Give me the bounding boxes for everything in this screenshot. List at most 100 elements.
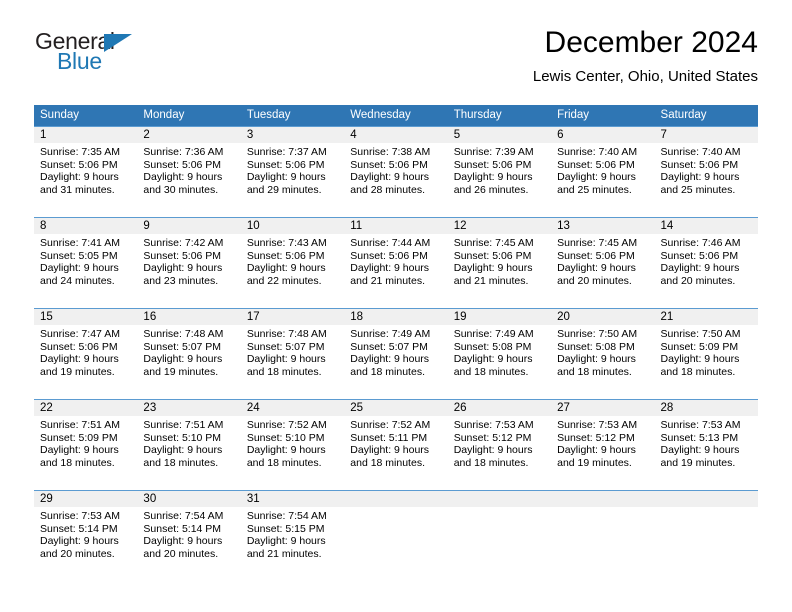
sunset-text: Sunset: 5:14 PM <box>143 522 222 535</box>
calendar-day-cell[interactable]: 1 Sunrise: 7:35 AM Sunset: 5:06 PM Dayli… <box>34 127 138 218</box>
daylight-text-line2: and 26 minutes. <box>453 183 529 196</box>
daylight-text-line2: and 21 minutes. <box>350 274 425 287</box>
general-blue-logo: General Blue <box>35 30 165 80</box>
daylight-text-line2: and 20 minutes. <box>143 547 219 560</box>
calendar-day-cell[interactable]: 31 Sunrise: 7:54 AM Sunset: 5:15 PM Dayl… <box>240 491 345 582</box>
day-details: Sunrise: 7:53 AM Sunset: 5:12 PM Dayligh… <box>551 416 654 469</box>
daylight-text-line2: and 21 minutes. <box>453 274 529 287</box>
daylight-text-line1: Daylight: 9 hours <box>453 353 533 366</box>
calendar-day-cell[interactable]: 9 Sunrise: 7:42 AM Sunset: 5:06 PM Dayli… <box>137 218 241 309</box>
day-details: Sunrise: 7:52 AM Sunset: 5:10 PM Dayligh… <box>241 416 344 469</box>
calendar-day-cell[interactable]: 13 Sunrise: 7:45 AM Sunset: 5:06 PM Dayl… <box>551 218 655 309</box>
sunrise-text: Sunrise: 7:47 AM <box>40 328 120 340</box>
daylight-text-line2: and 25 minutes. <box>660 183 736 196</box>
title-block: December 2024 Lewis Center, Ohio, United… <box>533 26 758 85</box>
calendar-day-cell[interactable]: 26 Sunrise: 7:53 AM Sunset: 5:12 PM Dayl… <box>447 400 552 491</box>
calendar-day-cell[interactable]: 16 Sunrise: 7:48 AM Sunset: 5:07 PM Dayl… <box>137 309 241 400</box>
calendar-day-cell[interactable]: 7 Sunrise: 7:40 AM Sunset: 5:06 PM Dayli… <box>654 127 758 218</box>
calendar-day-cell[interactable]: 27 Sunrise: 7:53 AM Sunset: 5:12 PM Dayl… <box>551 400 655 491</box>
calendar-day-cell[interactable]: 5 Sunrise: 7:39 AM Sunset: 5:06 PM Dayli… <box>447 127 552 218</box>
sunrise-text: Sunrise: 7:53 AM <box>453 419 534 431</box>
sunset-text: Sunset: 5:12 PM <box>557 431 635 444</box>
calendar-day-cell[interactable]: 6 Sunrise: 7:40 AM Sunset: 5:06 PM Dayli… <box>551 127 655 218</box>
weekday-header-friday: Friday <box>551 105 655 127</box>
sunrise-text: Sunrise: 7:54 AM <box>246 510 327 522</box>
daylight-text-line1: Daylight: 9 hours <box>40 262 119 275</box>
daylight-text-line1: Daylight: 9 hours <box>40 444 119 457</box>
day-number: 9 <box>137 218 241 234</box>
day-details: Sunrise: 7:54 AM Sunset: 5:15 PM Dayligh… <box>241 507 344 560</box>
sunrise-text: Sunrise: 7:54 AM <box>143 510 224 522</box>
calendar-week-row: 29 Sunrise: 7:53 AM Sunset: 5:14 PM Dayl… <box>34 490 758 582</box>
calendar-day-cell[interactable]: 28 Sunrise: 7:53 AM Sunset: 5:13 PM Dayl… <box>654 400 758 491</box>
sunrise-text: Sunrise: 7:42 AM <box>143 237 224 249</box>
day-number: 28 <box>654 400 758 416</box>
calendar-day-cell[interactable]: 18 Sunrise: 7:49 AM Sunset: 5:07 PM Dayl… <box>344 309 448 400</box>
calendar-day-cell[interactable]: 15 Sunrise: 7:47 AM Sunset: 5:06 PM Dayl… <box>34 309 138 400</box>
day-details: Sunrise: 7:51 AM Sunset: 5:09 PM Dayligh… <box>34 416 137 469</box>
sunrise-text: Sunrise: 7:43 AM <box>246 237 327 249</box>
calendar-day-cell[interactable]: 29 Sunrise: 7:53 AM Sunset: 5:14 PM Dayl… <box>34 491 138 582</box>
day-details: Sunrise: 7:47 AM Sunset: 5:06 PM Dayligh… <box>34 325 137 378</box>
sunrise-text: Sunrise: 7:48 AM <box>246 328 327 340</box>
daylight-text-line2: and 29 minutes. <box>246 183 322 196</box>
sunrise-text: Sunrise: 7:41 AM <box>40 237 120 249</box>
day-number: 14 <box>654 218 758 234</box>
calendar-day-cell[interactable]: 3 Sunrise: 7:37 AM Sunset: 5:06 PM Dayli… <box>240 127 345 218</box>
calendar-day-cell-empty <box>551 491 655 582</box>
sunset-text: Sunset: 5:06 PM <box>350 158 428 171</box>
day-details: Sunrise: 7:53 AM Sunset: 5:13 PM Dayligh… <box>655 416 758 469</box>
calendar-day-cell[interactable]: 12 Sunrise: 7:45 AM Sunset: 5:06 PM Dayl… <box>447 218 552 309</box>
daylight-text-line2: and 18 minutes. <box>453 365 529 378</box>
calendar-day-cell[interactable]: 4 Sunrise: 7:38 AM Sunset: 5:06 PM Dayli… <box>344 127 448 218</box>
calendar-day-cell[interactable]: 11 Sunrise: 7:44 AM Sunset: 5:06 PM Dayl… <box>344 218 448 309</box>
sunrise-text: Sunrise: 7:40 AM <box>557 146 638 158</box>
sunrise-text: Sunrise: 7:49 AM <box>350 328 431 340</box>
sunset-text: Sunset: 5:06 PM <box>453 158 532 171</box>
calendar-day-cell[interactable]: 17 Sunrise: 7:48 AM Sunset: 5:07 PM Dayl… <box>240 309 345 400</box>
sunset-text: Sunset: 5:06 PM <box>143 158 222 171</box>
sunset-text: Sunset: 5:08 PM <box>557 340 635 353</box>
daylight-text-line2: and 19 minutes. <box>557 456 632 469</box>
calendar-day-cell[interactable]: 25 Sunrise: 7:52 AM Sunset: 5:11 PM Dayl… <box>344 400 448 491</box>
day-details: Sunrise: 7:52 AM Sunset: 5:11 PM Dayligh… <box>344 416 447 469</box>
day-details: Sunrise: 7:38 AM Sunset: 5:06 PM Dayligh… <box>344 143 447 196</box>
calendar-day-cell[interactable]: 10 Sunrise: 7:43 AM Sunset: 5:06 PM Dayl… <box>240 218 345 309</box>
day-details: Sunrise: 7:48 AM Sunset: 5:07 PM Dayligh… <box>241 325 344 378</box>
daylight-text-line1: Daylight: 9 hours <box>453 262 533 275</box>
calendar-day-cell[interactable]: 20 Sunrise: 7:50 AM Sunset: 5:08 PM Dayl… <box>551 309 655 400</box>
daylight-text-line2: and 19 minutes. <box>143 365 219 378</box>
daylight-text-line1: Daylight: 9 hours <box>246 262 326 275</box>
day-number: 20 <box>551 309 655 325</box>
day-number: 27 <box>551 400 655 416</box>
sunrise-text: Sunrise: 7:52 AM <box>246 419 327 431</box>
day-details: Sunrise: 7:45 AM Sunset: 5:06 PM Dayligh… <box>448 234 551 287</box>
calendar-day-cell[interactable]: 14 Sunrise: 7:46 AM Sunset: 5:06 PM Dayl… <box>654 218 758 309</box>
day-number: 2 <box>137 127 241 143</box>
calendar-day-cell[interactable]: 8 Sunrise: 7:41 AM Sunset: 5:05 PM Dayli… <box>34 218 138 309</box>
calendar-day-cell-empty <box>344 491 448 582</box>
daylight-text-line2: and 18 minutes. <box>660 365 736 378</box>
calendar-day-cell[interactable]: 30 Sunrise: 7:54 AM Sunset: 5:14 PM Dayl… <box>137 491 241 582</box>
day-details: Sunrise: 7:53 AM Sunset: 5:12 PM Dayligh… <box>448 416 551 469</box>
calendar-day-cell[interactable]: 19 Sunrise: 7:49 AM Sunset: 5:08 PM Dayl… <box>447 309 552 400</box>
calendar-day-cell[interactable]: 22 Sunrise: 7:51 AM Sunset: 5:09 PM Dayl… <box>34 400 138 491</box>
day-details: Sunrise: 7:40 AM Sunset: 5:06 PM Dayligh… <box>551 143 654 196</box>
sunset-text: Sunset: 5:07 PM <box>350 340 428 353</box>
day-details: Sunrise: 7:50 AM Sunset: 5:09 PM Dayligh… <box>655 325 758 378</box>
sunrise-text: Sunrise: 7:44 AM <box>350 237 431 249</box>
sunrise-text: Sunrise: 7:50 AM <box>660 328 741 340</box>
day-details: Sunrise: 7:49 AM Sunset: 5:08 PM Dayligh… <box>448 325 551 378</box>
calendar-day-cell[interactable]: 24 Sunrise: 7:52 AM Sunset: 5:10 PM Dayl… <box>240 400 345 491</box>
day-number <box>654 491 758 507</box>
daylight-text-line1: Daylight: 9 hours <box>40 353 119 366</box>
day-number: 5 <box>447 127 552 143</box>
calendar-day-cell[interactable]: 23 Sunrise: 7:51 AM Sunset: 5:10 PM Dayl… <box>137 400 241 491</box>
calendar-day-cell[interactable]: 2 Sunrise: 7:36 AM Sunset: 5:06 PM Dayli… <box>137 127 241 218</box>
calendar-day-cell[interactable]: 21 Sunrise: 7:50 AM Sunset: 5:09 PM Dayl… <box>654 309 758 400</box>
daylight-text-line2: and 25 minutes. <box>557 183 632 196</box>
daylight-text-line1: Daylight: 9 hours <box>350 353 430 366</box>
weekday-header-thursday: Thursday <box>447 105 552 127</box>
sunset-text: Sunset: 5:06 PM <box>40 158 118 171</box>
day-details: Sunrise: 7:50 AM Sunset: 5:08 PM Dayligh… <box>551 325 654 378</box>
